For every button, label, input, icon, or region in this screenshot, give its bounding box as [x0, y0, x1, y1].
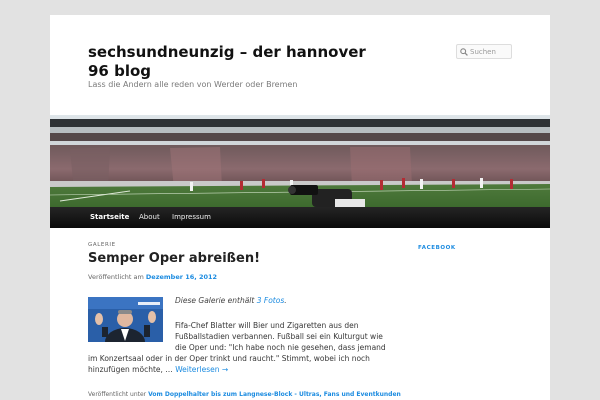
- excerpt-line: Fußballstadien verbannen. Fußball sei ei…: [175, 332, 383, 341]
- excerpt-line: die Oper und: "Ich habe noch nie gesehen…: [175, 343, 386, 352]
- excerpt-line: im Konzertsaal oder in der Oper trinkt u…: [88, 354, 370, 363]
- post-category: Galerie: [88, 242, 116, 248]
- gallery-suffix: .: [284, 296, 287, 305]
- search-icon: [460, 48, 468, 56]
- excerpt-last-text: hinzufügen möchte, …: [88, 365, 173, 374]
- gallery-intro: Diese Galerie enthält 3 Fotos.: [175, 296, 287, 305]
- nav-item-startseite[interactable]: Startseite: [90, 207, 129, 228]
- search-input[interactable]: [470, 45, 511, 58]
- main-nav: Startseite About Impressum: [50, 207, 550, 228]
- page: sechsundneunzig – der hannover 96 blog L…: [50, 15, 550, 400]
- site-description: Lass die Andern alle reden von Werder od…: [88, 80, 298, 89]
- post-footer: Veröffentlicht unter Vom Doppelhalter bi…: [88, 391, 401, 398]
- post-footer-prefix: Veröffentlicht unter: [88, 391, 147, 398]
- post-title[interactable]: Semper Oper abreißen!: [88, 251, 260, 266]
- nav-item-impressum[interactable]: Impressum: [172, 207, 211, 228]
- search-box[interactable]: [456, 44, 512, 59]
- gallery-prefix: Diese Galerie enthält: [175, 296, 255, 305]
- site-title[interactable]: sechsundneunzig – der hannover 96 blog: [88, 43, 388, 81]
- read-more-link[interactable]: Weiterlesen →: [175, 365, 228, 374]
- excerpt-last-line: hinzufügen möchte, … Weiterlesen →: [88, 364, 388, 375]
- post-excerpt: Fifa-Chef Blatter will Bier und Zigarett…: [88, 320, 388, 375]
- post-date-link[interactable]: Dezember 16, 2012: [146, 273, 217, 281]
- excerpt-line: Fifa-Chef Blatter will Bier und Zigarett…: [175, 321, 359, 330]
- post-category-link[interactable]: Vom Doppelhalter bis zum Langnese-Block …: [148, 391, 401, 398]
- gallery-photos-link[interactable]: 3 Fotos: [257, 296, 285, 305]
- header-banner-image[interactable]: [50, 115, 550, 207]
- post-meta-prefix: Veröffentlicht am: [88, 273, 144, 281]
- sidebar-widget-facebook-title: Facebook: [418, 245, 456, 251]
- nav-item-about[interactable]: About: [139, 207, 160, 228]
- post-meta: Veröffentlicht am Dezember 16, 2012: [88, 273, 217, 281]
